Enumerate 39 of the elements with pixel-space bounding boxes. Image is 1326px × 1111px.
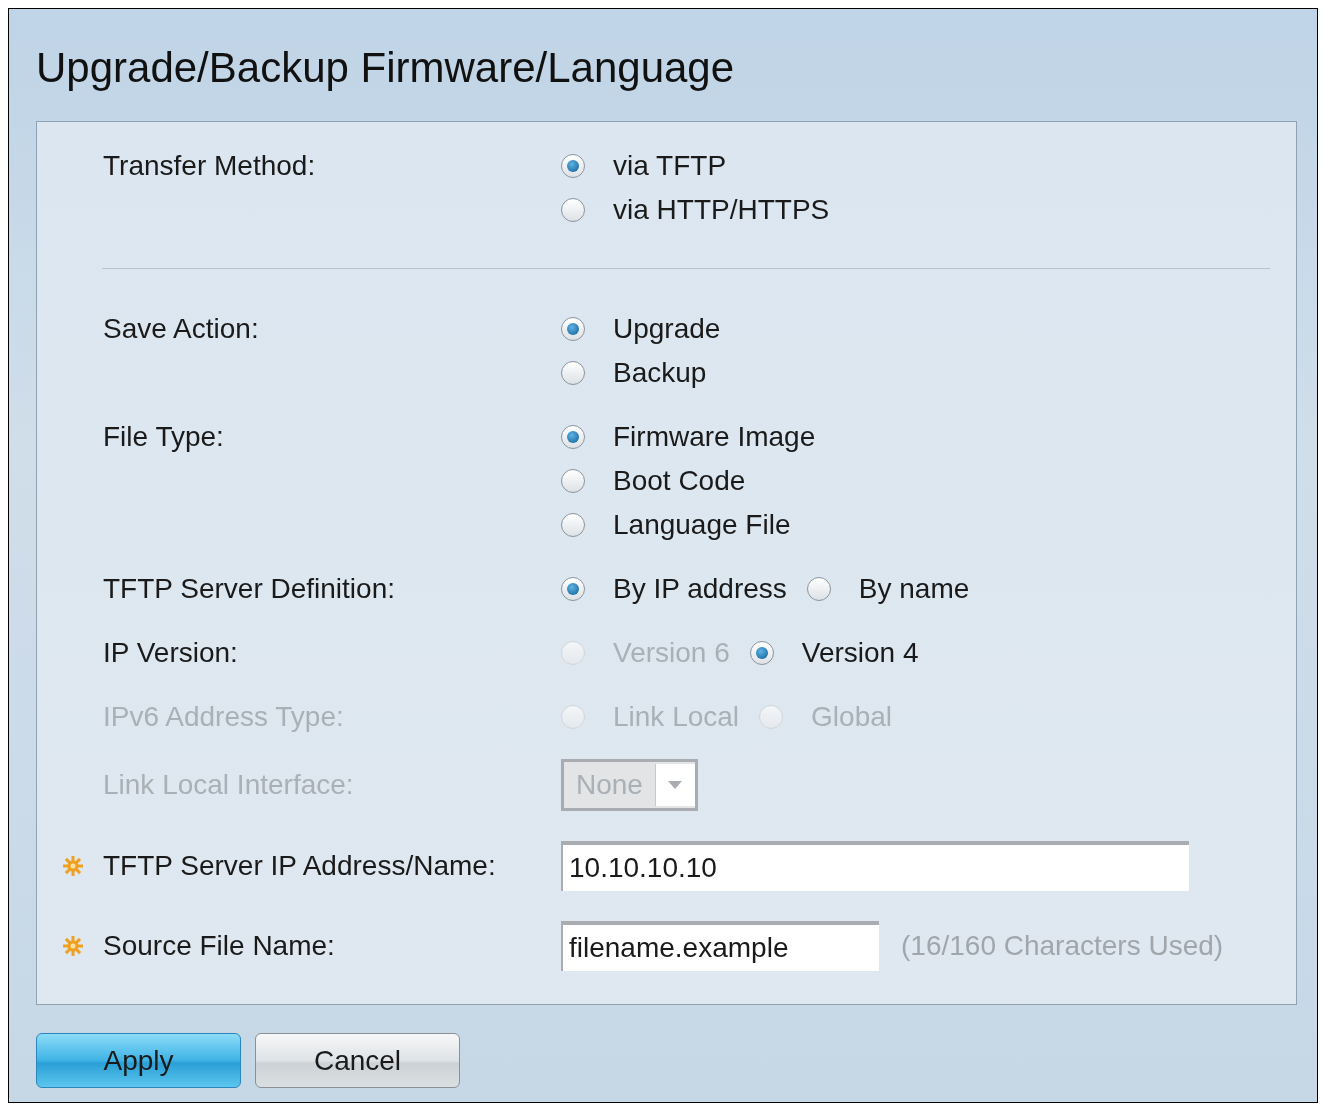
field-label: Save Action: (103, 312, 259, 346)
radio-label: Version 6 (613, 639, 730, 667)
radio-label: Backup (613, 359, 707, 387)
radio-button[interactable] (561, 361, 585, 385)
page-title: Upgrade/Backup Firmware/Language (36, 43, 736, 93)
radio-button[interactable] (561, 577, 585, 601)
field-label: IPv6 Address Type: (103, 700, 344, 734)
radio-label: Version 4 (801, 639, 919, 667)
text-field[interactable]: filename.example (561, 921, 879, 971)
character-count: (16/160 Characters Used) (901, 929, 1224, 963)
radio-label: Upgrade (613, 315, 721, 343)
radio-button[interactable] (561, 513, 585, 537)
field-label: IP Version: (103, 636, 238, 670)
radio-label: via TFTP (613, 152, 727, 180)
radio-label: Language File (613, 511, 791, 539)
radio-button[interactable] (561, 469, 585, 493)
radio-label: By IP address (613, 575, 787, 603)
radio-button[interactable] (561, 317, 585, 341)
caret-icon (654, 764, 695, 806)
field-label: TFTP Server Definition: (103, 572, 396, 606)
field-label: Source File Name: (103, 929, 335, 963)
text-field[interactable]: 10.10.10.10 (561, 841, 1189, 891)
radio-label: Link Local (613, 703, 740, 731)
cancel-button[interactable]: Cancel (255, 1033, 460, 1088)
radio-label: Boot Code (613, 467, 746, 495)
radio-button[interactable] (749, 641, 774, 665)
field-label: Transfer Method: (103, 149, 316, 183)
field-label: File Type: (103, 420, 224, 454)
radio-button[interactable] (561, 154, 585, 178)
radio-button[interactable] (806, 577, 831, 601)
field-label: Link Local Interface: (103, 768, 354, 802)
radio-label: Global (811, 703, 893, 731)
radio-button[interactable] (561, 198, 585, 222)
apply-button[interactable]: Apply (36, 1033, 241, 1088)
field-label: TFTP Server IP Address/Name: (103, 849, 496, 883)
radio-label: Firmware Image (613, 423, 816, 451)
radio-label: via HTTP/HTTPS (613, 196, 830, 224)
radio-button[interactable] (561, 425, 585, 449)
radio-label: By name (858, 575, 970, 603)
